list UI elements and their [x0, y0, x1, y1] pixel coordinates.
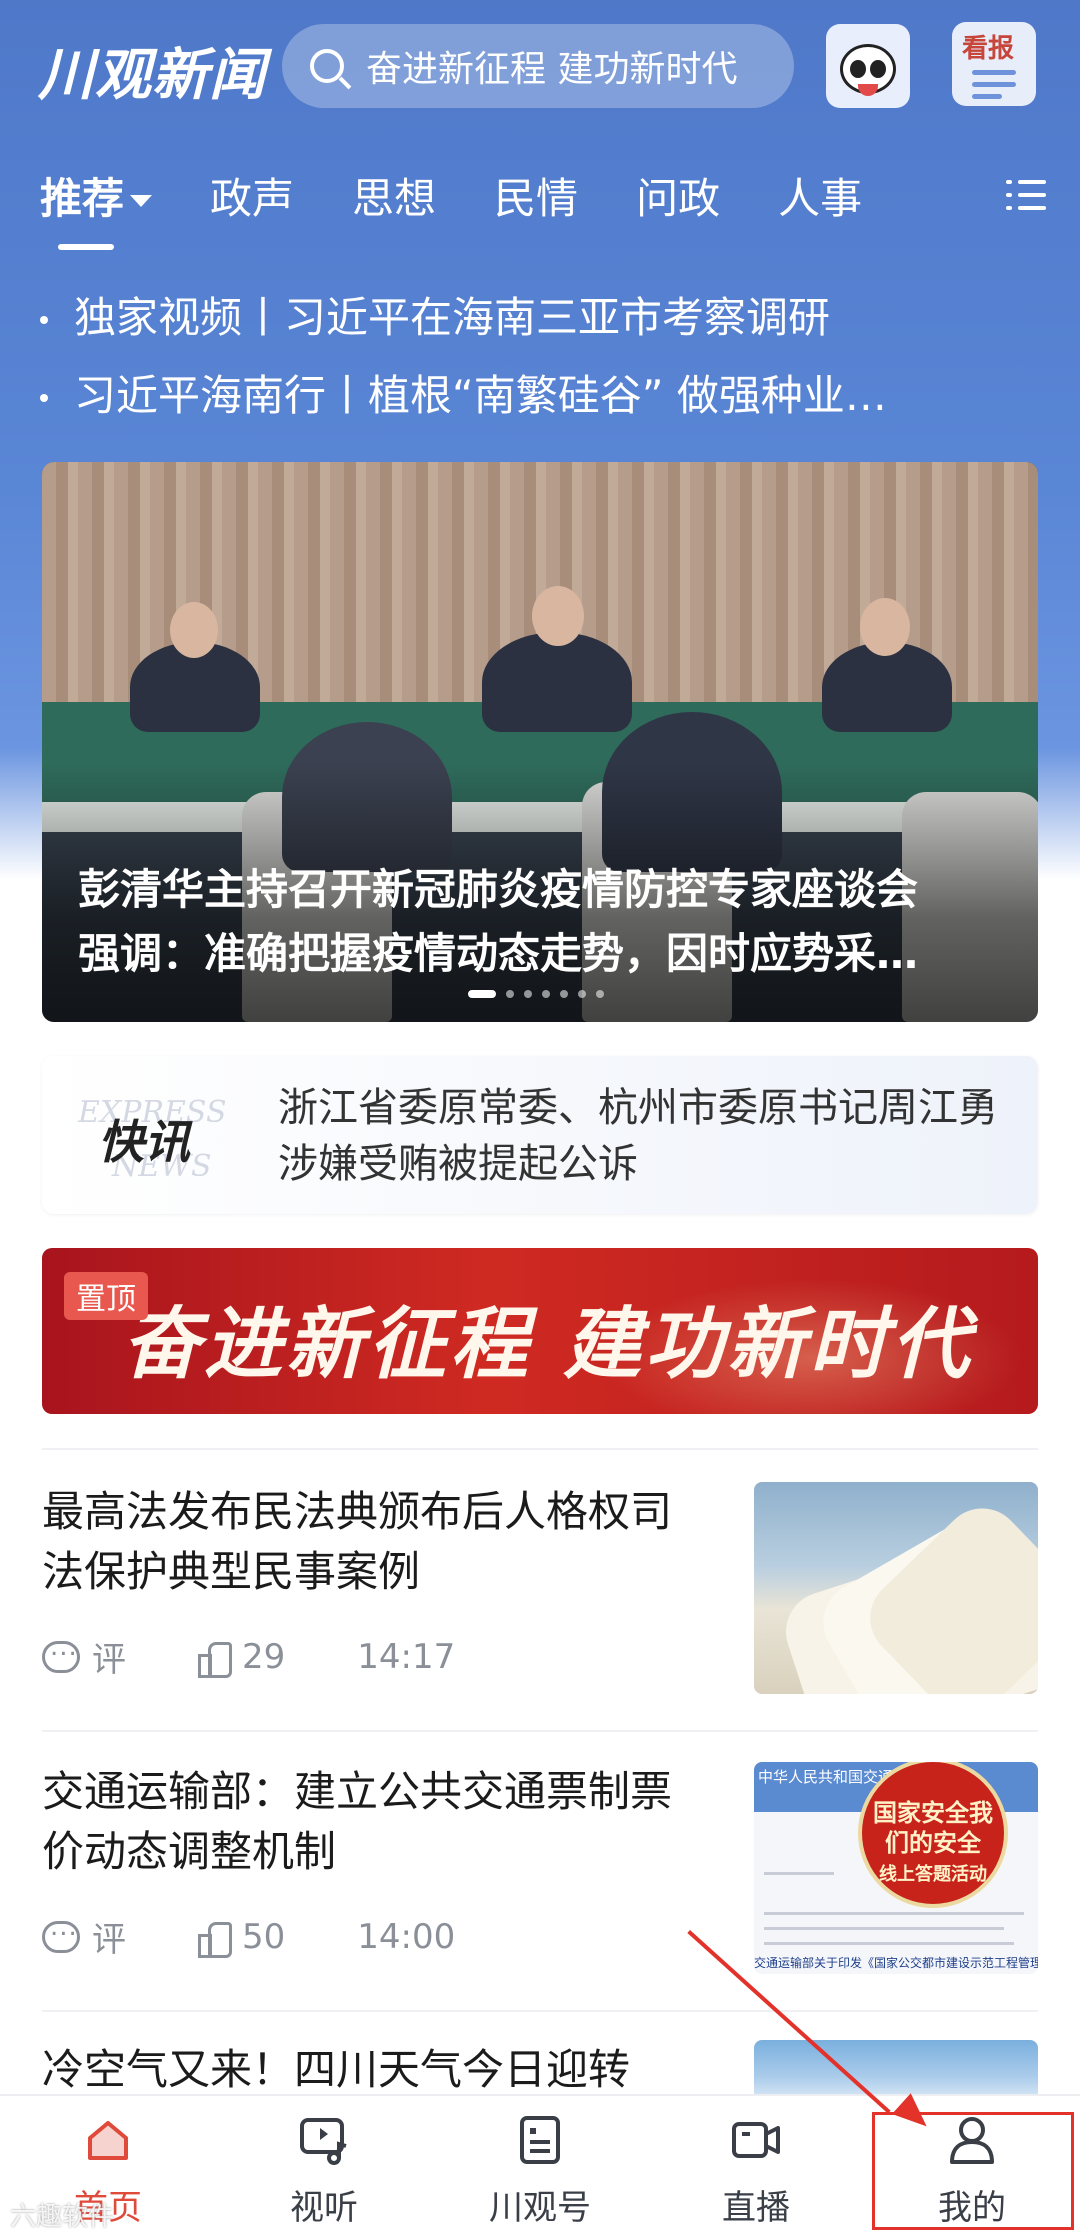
- tab-recommend[interactable]: 推荐: [40, 165, 153, 226]
- carousel-dot[interactable]: [596, 990, 604, 998]
- tab-wenzheng[interactable]: 问政: [636, 165, 720, 226]
- carousel-title-line: 强调：准确把握疫情动态走势，因时应势采…: [78, 929, 919, 978]
- headline-item[interactable]: 习近平海南行丨植根“南繁硅谷” 做强种业…: [36, 368, 1046, 446]
- kanbao-button[interactable]: 看报: [952, 22, 1036, 106]
- app-screen: 川观新闻 奋进新征程 建功新时代 看报 推荐 政声 思想 民情 问政 人事 独家…: [0, 0, 1080, 2234]
- express-text: 浙江省委原常委、杭州市委原书记周江勇涉嫌受贿被提起公诉: [278, 1085, 998, 1187]
- security-badge-text: 国家安全我们的安全 线上答题活动: [868, 1798, 998, 1890]
- news-title: 交通运输部：建立公共交通票制票价动态调整机制: [42, 1767, 673, 1876]
- express-news-card[interactable]: EXPRESS NEWS 快讯 浙江省委原常委、杭州市委原书记周江勇涉嫌受贿被提…: [42, 1056, 1038, 1214]
- live-camera-icon: [732, 2122, 780, 2158]
- headline-list: 独家视频丨习近平在海南三亚市考察调研 习近平海南行丨植根“南繁硅谷” 做强种业…: [36, 290, 1046, 446]
- news-meta: 评 50 14:00: [42, 1912, 455, 1961]
- channel-menu-icon[interactable]: [1006, 178, 1046, 212]
- search-box[interactable]: 奋进新征程 建功新时代: [282, 24, 794, 108]
- divider: [42, 2010, 1038, 2012]
- pinned-badge: 置顶: [64, 1272, 148, 1320]
- doc-line: [764, 1942, 1014, 1945]
- home-icon: [88, 2121, 128, 2160]
- comment-icon[interactable]: [42, 1912, 80, 1953]
- top-bar: 川观新闻 奋进新征程 建功新时代 看报: [0, 0, 1080, 140]
- carousel-dot[interactable]: [578, 990, 586, 998]
- newspaper-icon: [972, 70, 1016, 75]
- comment-icon[interactable]: [42, 1632, 80, 1673]
- carousel-dot[interactable]: [506, 990, 514, 998]
- carousel-title: 彭清华主持召开新冠肺炎疫情防控专家座谈会 强调：准确把握疫情动态走势，因时应势采…: [78, 858, 1008, 986]
- video-music-icon: [300, 2118, 347, 2165]
- news-thumbnail[interactable]: [754, 1482, 1038, 1694]
- badge-line: 国家安全我们的安全: [873, 1799, 993, 1857]
- doc-line: [764, 1912, 1024, 1915]
- like-count: 50: [242, 1916, 286, 1957]
- tab-sixiang[interactable]: 思想: [352, 165, 436, 226]
- news-meta: 评 29 14:17: [42, 1632, 455, 1681]
- carousel-dot[interactable]: [524, 990, 532, 998]
- featured-carousel[interactable]: 彭清华主持召开新冠肺炎疫情防控专家座谈会 强调：准确把握疫情动态走势，因时应势采…: [42, 462, 1038, 1022]
- carousel-title-line: 彭清华主持召开新冠肺炎疫情防控专家座谈会: [78, 865, 919, 914]
- express-label: 快讯: [98, 1115, 190, 1169]
- news-time: 14:17: [357, 1636, 456, 1677]
- nav-label: 直播: [722, 2188, 790, 2228]
- carousel-dot[interactable]: [560, 990, 568, 998]
- caret-down-icon: [130, 195, 153, 207]
- pinned-banner[interactable]: 奋进新征程 建功新时代 置顶: [42, 1248, 1038, 1414]
- doc-line: [764, 1927, 1004, 1930]
- news-item[interactable]: 交通运输部：建立公共交通票制票价动态调整机制 评 50 14:00 中华人民共和…: [42, 1762, 1038, 1978]
- comment-label: 评: [92, 1920, 126, 1960]
- nav-label: 川观号: [489, 2188, 591, 2228]
- panda-avatar-button[interactable]: [826, 24, 910, 108]
- news-title: 冷空气又来！四川天气今日迎转: [42, 2045, 631, 2094]
- news-title: 最高法发布民法典颁布后人格权司法保护典型民事案例: [42, 1487, 673, 1596]
- nav-item-zhibo[interactable]: 直播: [676, 2114, 836, 2229]
- channel-tabs: 推荐 政声 思想 民情 问政 人事: [40, 160, 920, 230]
- like-icon[interactable]: [196, 1640, 232, 1678]
- divider: [42, 1448, 1038, 1450]
- carousel-dot-active[interactable]: [468, 990, 496, 998]
- kanbao-label: 看报: [962, 34, 1015, 64]
- photo-figure: [532, 586, 584, 646]
- account-card-icon: [520, 2116, 560, 2164]
- nav-item-shiting[interactable]: 视听: [244, 2114, 404, 2229]
- panda-mouth: [858, 84, 878, 96]
- photo-figure: [482, 632, 632, 732]
- carousel-dot[interactable]: [542, 990, 550, 998]
- badge-sub: 线上答题活动: [879, 1864, 987, 1885]
- like-icon[interactable]: [196, 1920, 232, 1958]
- photo-figure: [170, 602, 218, 658]
- tab-zhengsheng[interactable]: 政声: [210, 165, 294, 226]
- news-time: 14:00: [357, 1916, 456, 1957]
- doc-line: [764, 1872, 834, 1875]
- panda-eye: [850, 60, 866, 78]
- panda-eye: [870, 60, 886, 78]
- newspaper-icon-line: [972, 94, 1002, 99]
- active-tab-indicator: [58, 244, 114, 250]
- tab-minqing[interactable]: 民情: [494, 165, 578, 226]
- tab-renshi[interactable]: 人事: [778, 165, 862, 226]
- nav-item-chuanguanhao[interactable]: 川观号: [460, 2114, 620, 2229]
- comment-label: 评: [92, 1640, 126, 1680]
- annotation-highlight-box: [872, 2112, 1074, 2230]
- banner-slogan: 奋进新征程 建功新时代: [122, 1299, 974, 1390]
- news-item[interactable]: 最高法发布民法典颁布后人格权司法保护典型民事案例 评 29 14:17: [42, 1482, 1038, 1698]
- news-item[interactable]: 冷空气又来！四川天气今日迎转: [42, 2040, 1038, 2094]
- search-icon: [310, 49, 344, 83]
- watermark: 六趣软件: [10, 2202, 115, 2232]
- carousel-dots: [468, 990, 614, 998]
- headline-item[interactable]: 独家视频丨习近平在海南三亚市考察调研: [36, 290, 1046, 368]
- news-thumbnail[interactable]: 中华人民共和国交通运输部 交通运输部关于印发《国家公交都市建设示范工程管理办法》…: [754, 1762, 1038, 1974]
- doc-caption: 交通运输部关于印发《国家公交都市建设示范工程管理办法》的通知: [754, 1956, 1038, 1970]
- search-placeholder: 奋进新征程 建功新时代: [366, 49, 738, 90]
- photo-figure: [860, 598, 910, 656]
- app-logo: 川观新闻: [38, 42, 266, 108]
- nav-label: 视听: [290, 2188, 358, 2228]
- news-thumbnail[interactable]: [754, 2040, 1038, 2094]
- divider: [42, 1730, 1038, 1732]
- newspaper-icon-line: [972, 82, 1016, 87]
- like-count: 29: [242, 1636, 286, 1677]
- tab-label: 推荐: [40, 173, 125, 223]
